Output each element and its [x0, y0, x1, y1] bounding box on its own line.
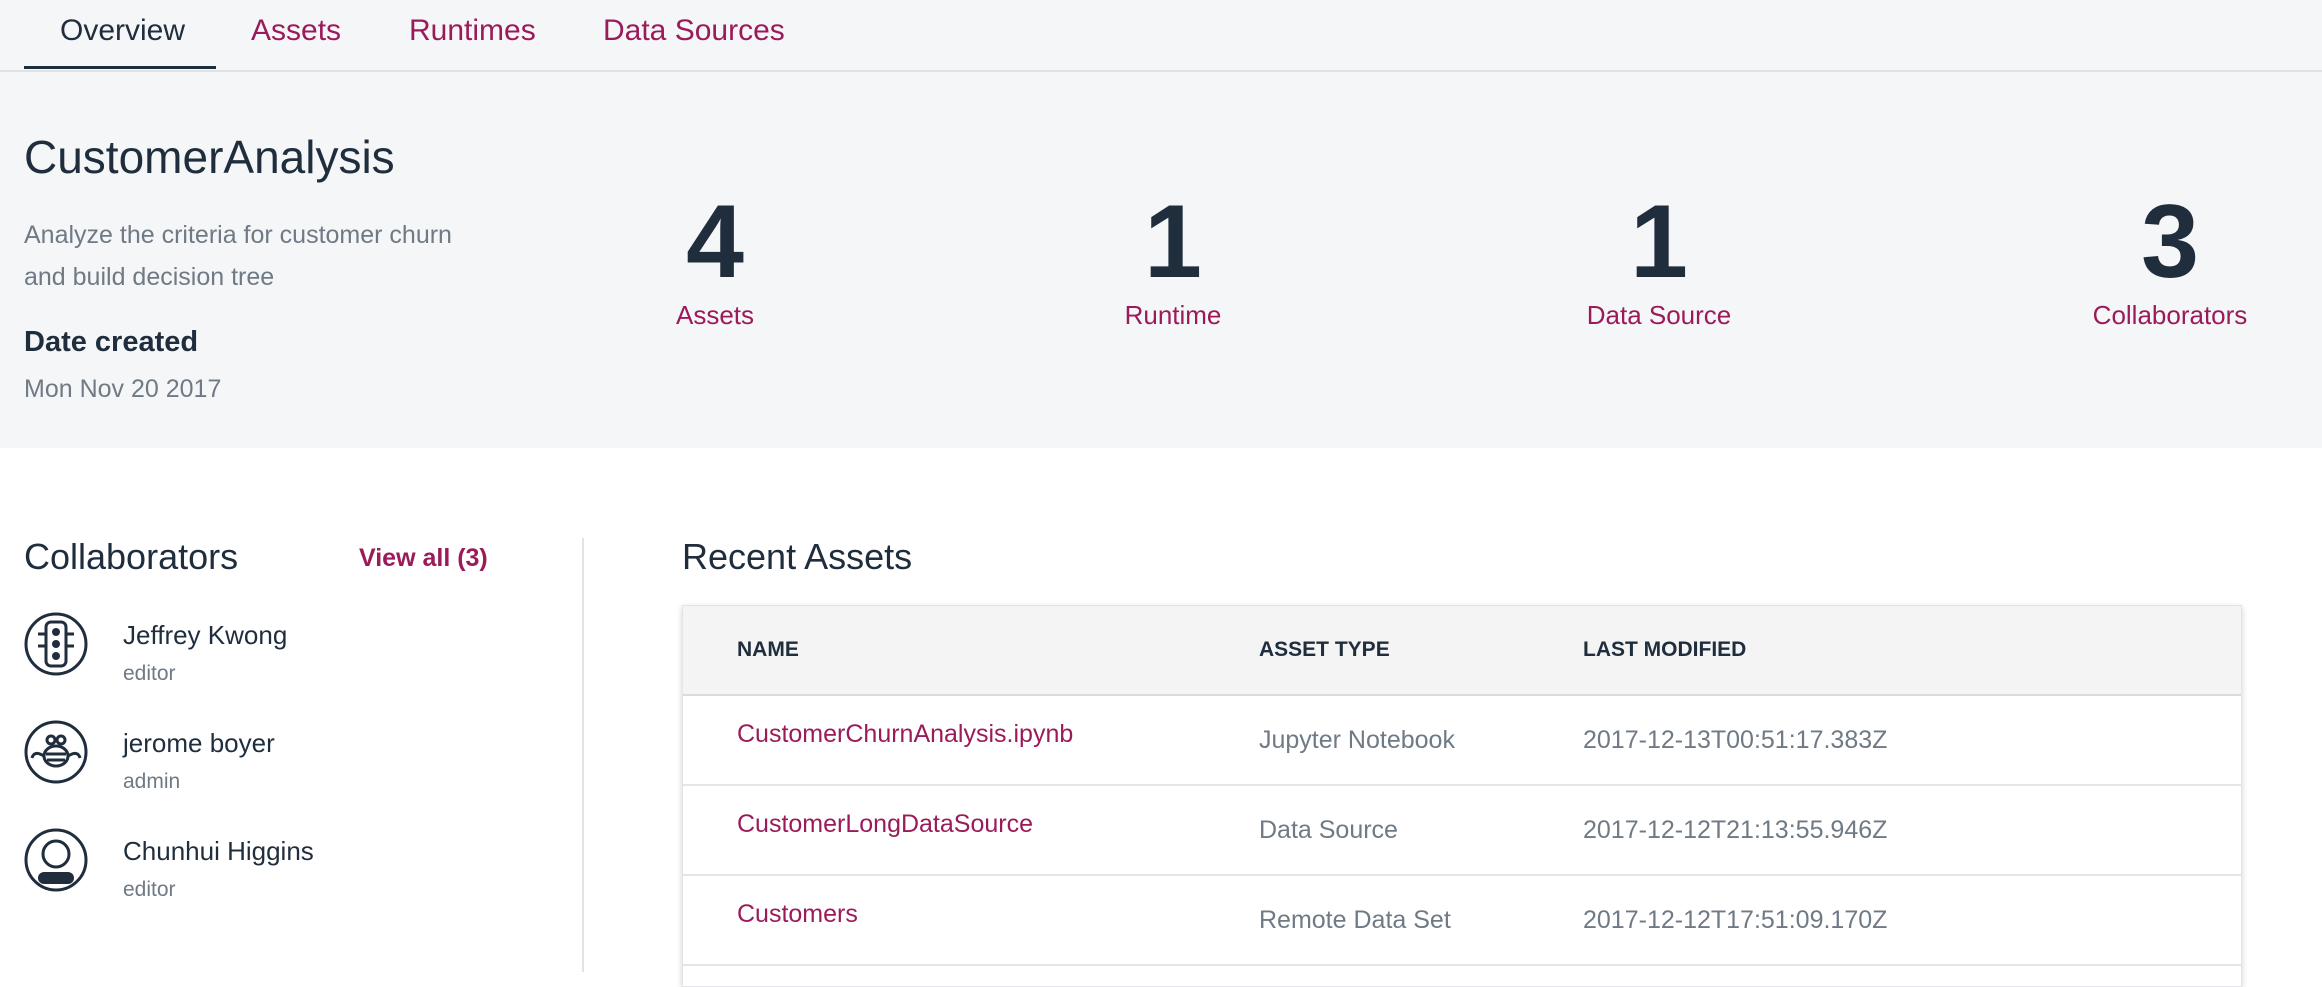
column-header-name[interactable]: NAME	[737, 638, 799, 662]
section-divider	[582, 538, 584, 972]
collaborator-item[interactable]: Jeffrey Kwong editor	[24, 612, 564, 688]
person-avatar-icon	[24, 828, 88, 892]
stat-assets-count: 4	[686, 184, 744, 300]
collaborator-role: admin	[123, 770, 181, 793]
asset-last-modified: 2017-12-12T21:13:55.946Z	[1583, 816, 1888, 844]
collaborators-heading: Collaborators	[24, 536, 239, 577]
asset-name-link[interactable]: CustomerLongDataSource	[737, 810, 1033, 839]
stat-data-source-count: 1	[1630, 184, 1688, 300]
stat-runtime-count: 1	[1144, 184, 1202, 300]
collaborator-item[interactable]: Chunhui Higgins editor	[24, 828, 564, 904]
collaborator-role: editor	[123, 878, 176, 901]
tab-assets[interactable]: Assets	[251, 14, 341, 48]
stat-data-source-label[interactable]: Data Source	[1559, 300, 1759, 331]
tab-bar: Overview Assets Runtimes Data Sources	[0, 0, 2322, 72]
collaborator-name: Jeffrey Kwong	[123, 620, 288, 650]
project-description: Analyze the criteria for customer churn …	[24, 221, 452, 291]
asset-name-link[interactable]: CustomerChurnAnalysis.ipynb	[737, 720, 1073, 749]
collaborator-role: editor	[123, 662, 176, 685]
bee-avatar-icon	[24, 720, 88, 784]
date-created-label: Date created	[24, 326, 199, 358]
tab-overview[interactable]: Overview	[60, 14, 185, 48]
table-row[interactable]: Customers Remote Data Set 2017-12-12T17:…	[683, 876, 2241, 966]
traffic-light-avatar-icon	[24, 612, 88, 676]
table-header: NAME ASSET TYPE LAST MODIFIED	[683, 606, 2241, 696]
asset-type: Data Source	[1259, 816, 1398, 844]
stat-collaborators-label[interactable]: Collaborators	[2090, 300, 2250, 331]
stat-collaborators[interactable]: 3 Collaborators	[2090, 190, 2250, 331]
stat-collaborators-count: 3	[2141, 184, 2199, 300]
recent-assets-heading: Recent Assets	[682, 536, 913, 577]
collaborator-name: jerome boyer	[123, 728, 275, 758]
table-row[interactable]: CustomerLongDataSource Data Source 2017-…	[683, 786, 2241, 876]
table-row[interactable]: CustomerChurnAnalysis.ipynb Jupyter Note…	[683, 696, 2241, 786]
date-created-value: Mon Nov 20 2017	[24, 375, 222, 403]
active-tab-indicator	[24, 66, 216, 69]
stat-assets-label[interactable]: Assets	[640, 300, 790, 331]
recent-assets-table: NAME ASSET TYPE LAST MODIFIED CustomerCh…	[682, 605, 2242, 987]
stat-runtime[interactable]: 1 Runtime	[1098, 190, 1248, 331]
column-header-asset-type[interactable]: ASSET TYPE	[1259, 638, 1390, 662]
asset-type: Remote Data Set	[1259, 906, 1451, 934]
project-title: CustomerAnalysis	[24, 131, 395, 183]
tab-runtimes[interactable]: Runtimes	[409, 14, 536, 48]
view-all-collaborators-link[interactable]: View all (3)	[359, 544, 488, 573]
stat-assets[interactable]: 4 Assets	[640, 190, 790, 331]
asset-last-modified: 2017-12-13T00:51:17.383Z	[1583, 726, 1888, 754]
collaborator-name: Chunhui Higgins	[123, 836, 314, 866]
asset-name-link[interactable]: Customers	[737, 900, 858, 929]
stat-data-source[interactable]: 1 Data Source	[1559, 190, 1759, 331]
collaborator-item[interactable]: jerome boyer admin	[24, 720, 564, 796]
asset-last-modified: 2017-12-12T17:51:09.170Z	[1583, 906, 1888, 934]
project-overview: CustomerAnalysis Analyze the criteria fo…	[0, 72, 2322, 448]
column-header-last-modified[interactable]: LAST MODIFIED	[1583, 638, 1746, 662]
asset-type: Jupyter Notebook	[1259, 726, 1455, 754]
stat-runtime-label[interactable]: Runtime	[1098, 300, 1248, 331]
tab-data-sources[interactable]: Data Sources	[603, 14, 785, 48]
